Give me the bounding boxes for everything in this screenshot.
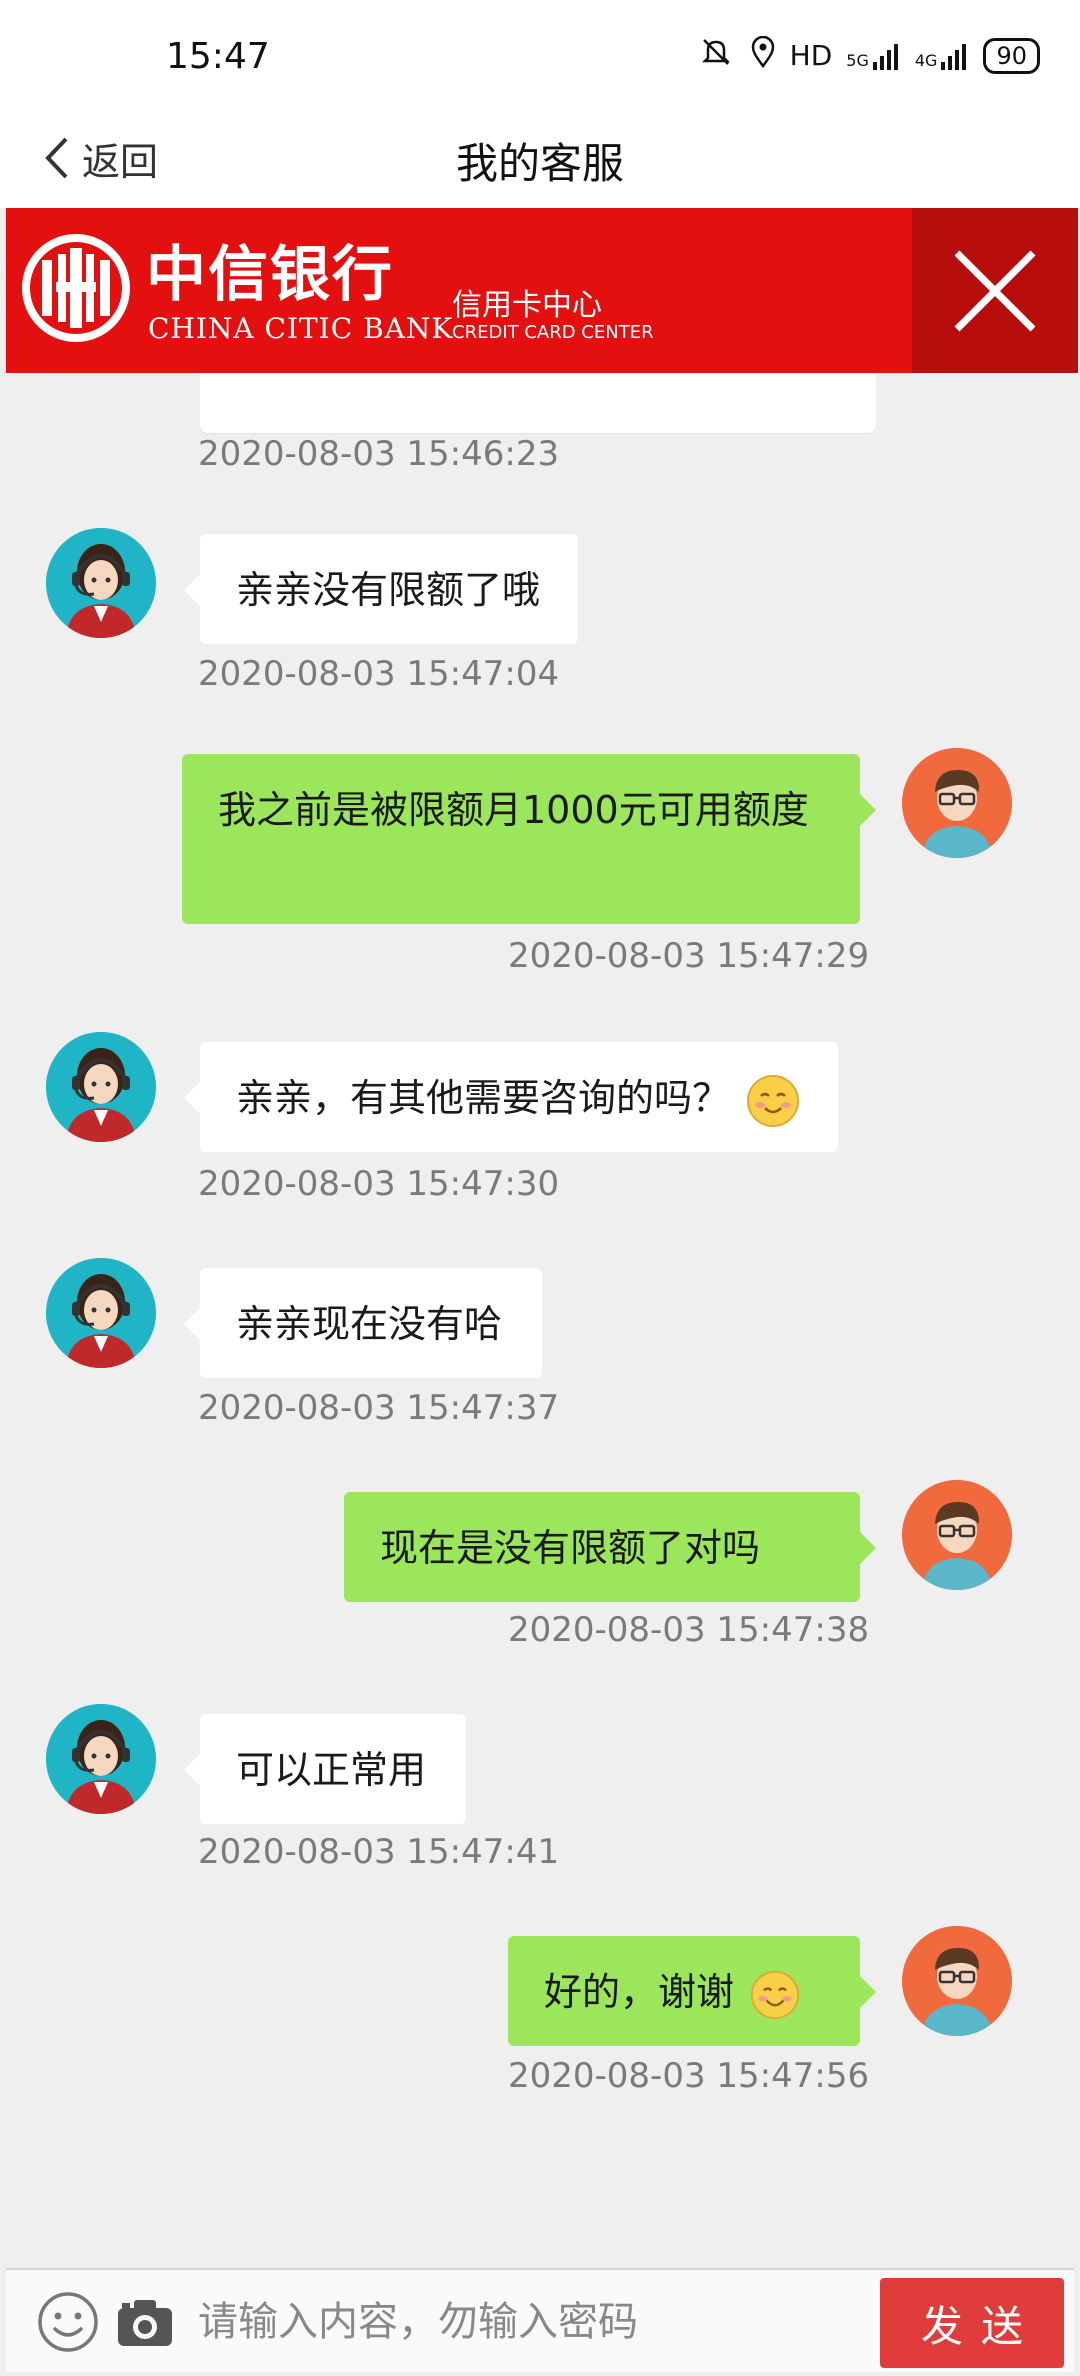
- input-bar: 发送: [6, 2268, 1074, 2372]
- message-text: 我之前是被限额月1000元可用额度: [218, 788, 809, 832]
- agent-message-bubble: 亲亲没有限额了哦: [184, 534, 578, 644]
- message-timestamp: 2020-08-03 15:47:30: [198, 1164, 560, 1204]
- message-timestamp: 2020-08-03 15:47:38: [508, 1610, 870, 1650]
- message-text: 亲亲没有限额了哦: [236, 568, 541, 612]
- status-bar: 15:47 HD 5G 4G 90: [0, 0, 1080, 110]
- message-timestamp: 2020-08-03 15:47:56: [508, 2056, 870, 2096]
- agent-message-bubble: 亲亲现在没有哈: [184, 1268, 542, 1378]
- status-icons: HD 5G 4G 90: [696, 35, 1040, 75]
- bank-name-cn: 中信银行: [146, 240, 394, 310]
- message-timestamp: 2020-08-03 15:47:29: [508, 936, 870, 976]
- agent-avatar: [46, 528, 156, 638]
- citic-logo-icon: [22, 234, 130, 342]
- agent-message-bubble: 亲亲，有其他需要咨询的吗？: [184, 1042, 838, 1152]
- message-timestamp: 2020-08-03 15:47:37: [198, 1388, 560, 1428]
- mute-icon: [696, 36, 736, 75]
- send-button[interactable]: 发送: [880, 2278, 1064, 2368]
- user-message-bubble: 好的，谢谢: [508, 1936, 876, 2046]
- emoji-picker-icon[interactable]: [36, 2290, 100, 2354]
- message-text: 现在是没有限额了对吗: [380, 1526, 761, 1570]
- smile-emoji-icon: [750, 1970, 800, 2020]
- agent-avatar: [46, 1032, 156, 1142]
- signal-5g-label: 5G: [846, 50, 869, 70]
- hd-label: HD: [789, 39, 833, 72]
- bank-banner: 中信银行 CHINA CITIC BANK 信用卡中心 CREDIT CARD …: [6, 208, 1078, 373]
- message-timestamp: 2020-08-03 15:47:04: [198, 654, 560, 694]
- user-avatar: [902, 1926, 1012, 2036]
- message-text: 亲亲现在没有哈: [236, 1302, 503, 1346]
- blush-emoji-icon: [746, 1074, 800, 1128]
- user-avatar: [902, 1480, 1012, 1590]
- agent-avatar: [46, 1704, 156, 1814]
- message-timestamp: 2020-08-03 15:47:41: [198, 1832, 560, 1872]
- chat-list[interactable]: 2020-08-03 15:46:23 亲亲没有限额了哦 2020-08-03 …: [0, 208, 1080, 2268]
- signal-5g-icon: 5G: [846, 42, 901, 70]
- card-center-en: CREDIT CARD CENTER: [452, 322, 654, 343]
- chat-screen: 15:47 HD 5G 4G 90 返回 我的客服 2020-08-03 15:…: [0, 0, 1080, 2376]
- message-text: 亲亲，有其他需要咨询的吗？: [236, 1076, 731, 1120]
- message-text: 可以正常用: [236, 1748, 427, 1792]
- user-avatar: [902, 748, 1012, 858]
- nav-bar: 返回 我的客服: [0, 110, 1080, 208]
- agent-avatar: [46, 1258, 156, 1368]
- location-icon: [750, 35, 776, 75]
- message-text: 好的，谢谢: [544, 1970, 735, 2014]
- signal-4g-icon: 4G: [915, 42, 970, 70]
- signal-4g-label: 4G: [914, 50, 938, 70]
- status-time: 15:47: [166, 36, 270, 77]
- camera-icon[interactable]: [114, 2292, 176, 2352]
- user-message-bubble: 我之前是被限额月1000元可用额度: [182, 754, 876, 924]
- user-message-bubble: 现在是没有限额了对吗: [344, 1492, 876, 1602]
- bank-name-en: CHINA CITIC BANK: [148, 312, 454, 345]
- partial-message-bubble: [200, 373, 876, 433]
- message-timestamp: 2020-08-03 15:46:23: [198, 434, 560, 474]
- battery-icon: 90: [983, 37, 1040, 74]
- page-title: 我的客服: [455, 139, 624, 188]
- message-input[interactable]: [198, 2284, 858, 2360]
- close-banner-button[interactable]: [912, 208, 1078, 373]
- close-icon: [954, 250, 1036, 331]
- agent-message-bubble: 可以正常用: [184, 1714, 466, 1824]
- card-center-cn: 信用卡中心: [452, 288, 602, 323]
